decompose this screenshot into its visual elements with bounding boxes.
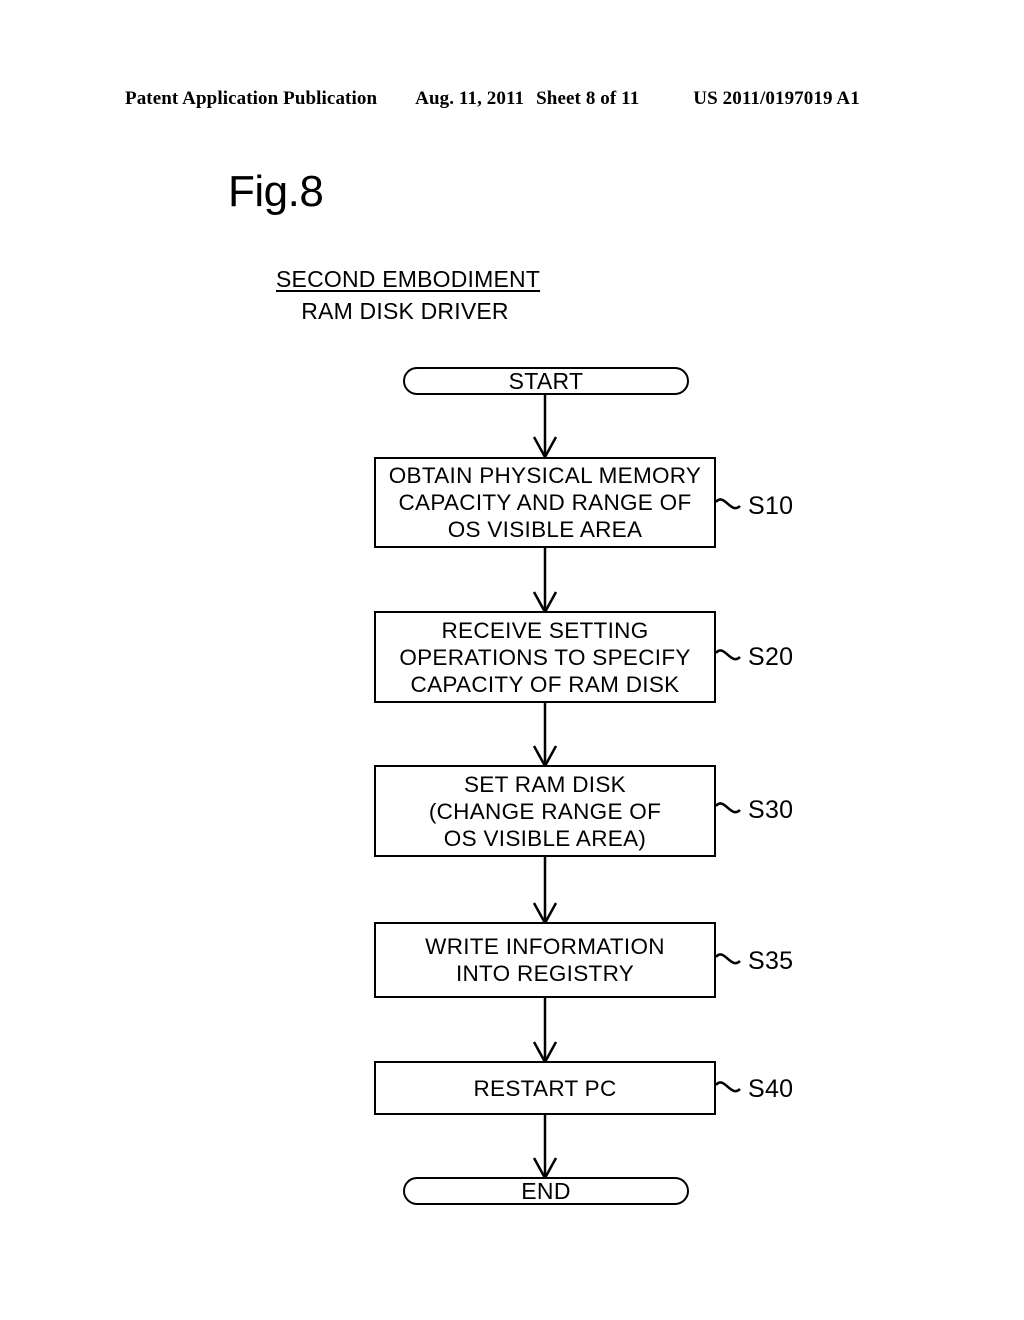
step-label-s30: S30 [748, 796, 794, 824]
flow-node-end-label: END [521, 1177, 571, 1204]
flow-node-start: START [403, 367, 689, 395]
flow-node-s40-label: RESTART PC [473, 1075, 617, 1101]
step-label-s40: S40 [748, 1075, 794, 1103]
leader-line-s40 [715, 1081, 741, 1093]
edge-s35-to-s40 [532, 998, 558, 1065]
flow-node-s20: RECEIVE SETTING OPERATIONS TO SPECIFY CA… [374, 611, 716, 703]
step-label-s10: S10 [748, 492, 794, 520]
edge-s30-to-s35 [532, 857, 558, 926]
flow-node-s35-label: WRITE INFORMATION INTO REGISTRY [425, 934, 665, 986]
leader-line-s35 [715, 953, 741, 965]
flow-node-start-label: START [508, 367, 584, 394]
flow-node-end: END [403, 1177, 689, 1205]
edge-s10-to-s20 [532, 547, 558, 615]
flow-node-s40: RESTART PC [374, 1061, 716, 1115]
flow-node-s10: OBTAIN PHYSICAL MEMORY CAPACITY AND RANG… [374, 457, 716, 548]
edge-start-to-s10 [532, 394, 558, 460]
edge-s40-to-end [532, 1115, 558, 1181]
step-label-s35: S35 [748, 947, 794, 975]
leader-line-s30 [715, 802, 741, 814]
flow-node-s30: SET RAM DISK (CHANGE RANGE OF OS VISIBLE… [374, 765, 716, 857]
flow-node-s10-label: OBTAIN PHYSICAL MEMORY CAPACITY AND RANG… [388, 463, 702, 542]
flow-node-s35: WRITE INFORMATION INTO REGISTRY [374, 922, 716, 998]
step-label-s20: S20 [748, 643, 794, 671]
edge-s20-to-s30 [532, 702, 558, 769]
leader-line-s20 [715, 649, 741, 661]
flow-node-s20-label: RECEIVE SETTING OPERATIONS TO SPECIFY CA… [399, 617, 691, 697]
flow-node-s30-label: SET RAM DISK (CHANGE RANGE OF OS VISIBLE… [428, 771, 662, 851]
leader-line-s10 [715, 498, 741, 510]
